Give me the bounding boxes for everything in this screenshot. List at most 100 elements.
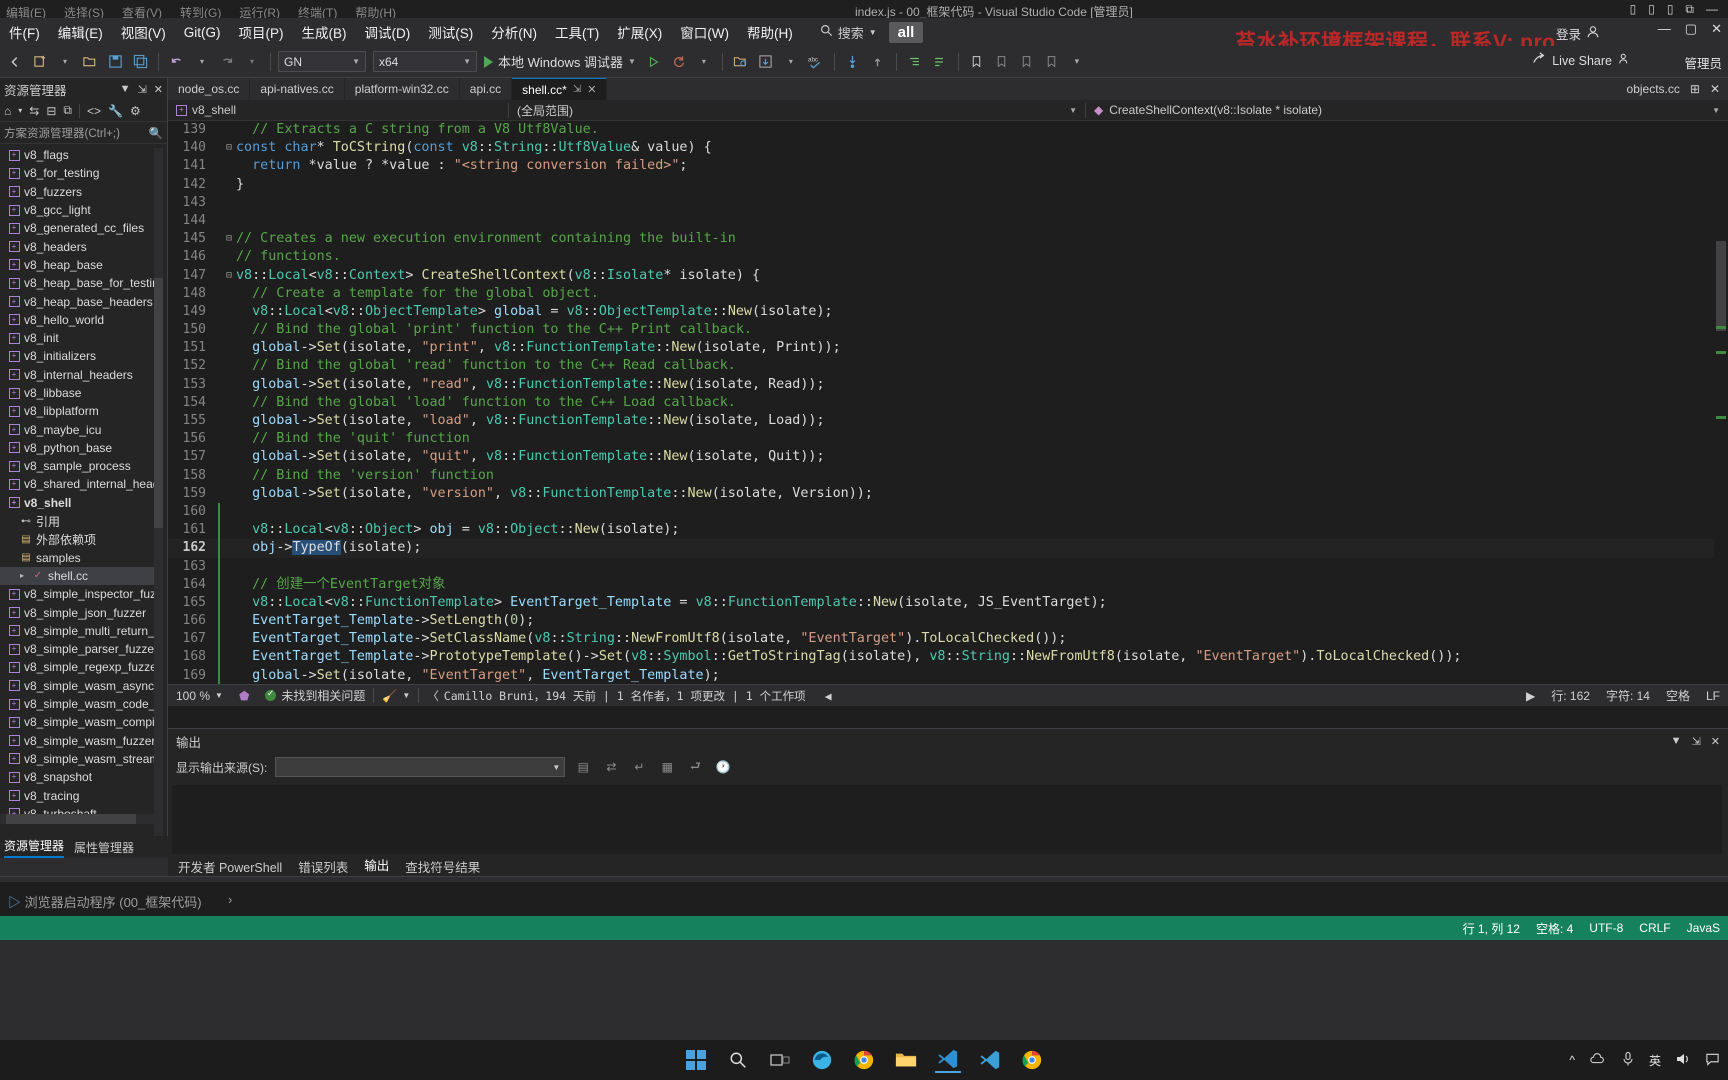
- menu-help[interactable]: 帮助(H): [738, 18, 802, 46]
- code-line[interactable]: 156 // Bind the 'quit' function: [168, 430, 1728, 448]
- toggle-word-wrap-icon[interactable]: ⮐: [685, 758, 705, 776]
- tray-expand-icon[interactable]: ^: [1569, 1053, 1575, 1067]
- close-icon[interactable]: ✕: [1711, 735, 1720, 748]
- code-line[interactable]: 148 // Create a template for the global …: [168, 285, 1728, 303]
- menu-build[interactable]: 生成(B): [293, 18, 356, 46]
- code-lines[interactable]: 139 // Extracts a C string from a V8 Utf…: [168, 121, 1728, 684]
- new-project-icon[interactable]: [29, 51, 51, 73]
- code-line[interactable]: 152 // Bind the global 'read' function t…: [168, 357, 1728, 375]
- tree-item[interactable]: + v8_generated_cc_files: [0, 219, 160, 237]
- solution-explorer-search[interactable]: 方案资源管理器(Ctrl+;) 🔍: [0, 122, 167, 144]
- tree-item[interactable]: + v8_simple_wasm_streaming_fuzzer: [0, 750, 160, 768]
- search-icon[interactable]: [725, 1047, 751, 1073]
- home-icon[interactable]: ⌂: [4, 104, 11, 118]
- chevron-down-icon[interactable]: ▾: [54, 51, 76, 73]
- split-view-icon[interactable]: ⊞: [1690, 82, 1700, 96]
- code-line[interactable]: 162 obj->TypeOf(isolate);: [168, 539, 1728, 558]
- step-into-icon[interactable]: [842, 51, 864, 73]
- blame-arrow-icon[interactable]: 〈: [427, 688, 439, 704]
- tab-property-manager[interactable]: 属性管理器: [74, 839, 134, 856]
- close-icon[interactable]: ✕: [154, 83, 163, 96]
- microphone-icon[interactable]: [1621, 1051, 1635, 1070]
- code-line[interactable]: 169 global->Set(isolate, "EventTarget", …: [168, 666, 1728, 684]
- code-line[interactable]: 164 // 创建一个EventTarget对象: [168, 575, 1728, 594]
- tree-item[interactable]: + v8_flags: [0, 146, 160, 164]
- redo-icon[interactable]: [216, 51, 238, 73]
- live-share-users-icon[interactable]: [1618, 52, 1632, 69]
- code-line[interactable]: 153 global->Set(isolate, "read", v8::Fun…: [168, 376, 1728, 394]
- pin-icon[interactable]: ⇲: [1692, 735, 1701, 748]
- vscode-language-mode[interactable]: JavaS: [1679, 921, 1728, 935]
- pin-icon[interactable]: ⇲: [573, 84, 581, 95]
- layout-icon[interactable]: ▯: [1648, 2, 1655, 17]
- chevron-down-icon[interactable]: ▼: [463, 57, 471, 66]
- vscode-window-controls[interactable]: ▯ ▯ ▯ ⧉ —: [1630, 2, 1718, 17]
- chevron-down-icon[interactable]: ▾: [693, 51, 715, 73]
- back-icon[interactable]: [4, 51, 26, 73]
- code-line[interactable]: 155 global->Set(isolate, "load", v8::Fun…: [168, 412, 1728, 430]
- tree-item[interactable]: ▤ samples: [0, 549, 160, 567]
- code-editor[interactable]: 139 // Extracts a C string from a V8 Utf…: [168, 121, 1728, 684]
- edge-icon[interactable]: [809, 1047, 835, 1073]
- code-line[interactable]: 150 // Bind the global 'print' function …: [168, 321, 1728, 339]
- editor-tab-strip[interactable]: node_os.cc api-natives.cc platform-win32…: [168, 78, 1728, 100]
- editor-tab-objects-cc[interactable]: objects.cc: [1627, 82, 1680, 96]
- chevron-down-icon[interactable]: ▼: [869, 28, 877, 37]
- platform-combo[interactable]: x64 ▼: [373, 51, 477, 72]
- menu-debug[interactable]: 调试(D): [356, 18, 420, 46]
- git-blame-info[interactable]: 〈 Camillo Bruni，194 天前 | 1 名作者，1 项更改 | 1…: [419, 688, 839, 704]
- editor-tab-api-natives[interactable]: api-natives.cc: [250, 78, 345, 100]
- code-line[interactable]: 146 // functions.: [168, 248, 1728, 266]
- menu-project[interactable]: 项目(P): [230, 18, 293, 46]
- search-button[interactable]: 搜索 ▼: [820, 23, 877, 42]
- output-panel-tabs[interactable]: 开发者 PowerShell 错误列表 输出 查找符号结果: [168, 854, 1728, 878]
- save-icon[interactable]: [104, 51, 126, 73]
- menu-view[interactable]: 视图(V): [112, 18, 175, 46]
- code-line[interactable]: 144: [168, 212, 1728, 230]
- tree-item[interactable]: + v8_simple_parser_fuzzer: [0, 640, 160, 658]
- vscode-chevron-right-icon[interactable]: ›: [228, 892, 232, 907]
- code-line[interactable]: 139 // Extracts a C string from a V8 Utf…: [168, 121, 1728, 139]
- tab-solution-explorer[interactable]: 资源管理器: [4, 837, 65, 858]
- code-line[interactable]: 160: [168, 502, 1728, 522]
- undo-icon[interactable]: [166, 51, 188, 73]
- tree-item[interactable]: + v8_gcc_light: [0, 201, 160, 219]
- file-explorer-icon[interactable]: [893, 1047, 919, 1073]
- tree-horizontal-scrollbar[interactable]: [0, 814, 160, 824]
- menu-extensions[interactable]: 扩展(X): [608, 18, 671, 46]
- search-scope-pill[interactable]: all: [888, 21, 924, 43]
- vscode-cursor-position[interactable]: 行 1, 列 12: [1455, 920, 1528, 937]
- ime-language-indicator[interactable]: 英: [1649, 1052, 1661, 1069]
- code-line[interactable]: 140 ⊟ const char* ToCString(const v8::Stri…: [168, 139, 1728, 157]
- open-file-icon[interactable]: [79, 51, 101, 73]
- pin-icon[interactable]: ⇲: [138, 83, 147, 96]
- editor-tab-strip-right[interactable]: objects.cc ⊞ ✕: [1618, 78, 1728, 100]
- bookmark-icon[interactable]: [966, 51, 988, 73]
- layout-icon[interactable]: ▯: [1667, 2, 1674, 17]
- account-icon[interactable]: [1586, 25, 1600, 42]
- vscode-terminal-label[interactable]: ▷ 浏览器启动程序 (00_框架代码): [8, 892, 202, 911]
- windows-start-icon[interactable]: [683, 1047, 709, 1073]
- tree-item[interactable]: + v8_simple_wasm_async_fuzzer: [0, 677, 160, 695]
- chevron-down-icon[interactable]: ▾: [780, 51, 802, 73]
- properties-icon[interactable]: 🔧: [108, 104, 123, 118]
- tree-item[interactable]: + v8_maybe_icu: [0, 420, 160, 438]
- copy-icon[interactable]: ⧉: [63, 103, 72, 118]
- tree-item[interactable]: + v8_simple_json_fuzzer: [0, 603, 160, 621]
- vscode-eol[interactable]: CRLF: [1631, 921, 1678, 935]
- code-line[interactable]: 142}: [168, 176, 1728, 194]
- list-icon[interactable]: ▤: [573, 758, 593, 776]
- chevron-down-icon[interactable]: ▾: [241, 51, 263, 73]
- tree-item[interactable]: + v8_heap_base_headers: [0, 292, 160, 310]
- start-debugging-button[interactable]: 本地 Windows 调试器 ▼: [480, 52, 640, 71]
- chevron-down-icon[interactable]: ▼: [1671, 735, 1682, 748]
- maximize-icon[interactable]: ▢: [1685, 21, 1697, 37]
- next-bookmark-icon[interactable]: [991, 51, 1013, 73]
- tree-item[interactable]: + v8_libbase: [0, 384, 160, 402]
- chevron-down-icon[interactable]: ▼: [352, 57, 360, 66]
- tree-item[interactable]: + v8_for_testing: [0, 164, 160, 182]
- scrollbar-thumb[interactable]: [6, 814, 136, 824]
- configuration-combo[interactable]: GN ▼: [278, 51, 366, 72]
- vscode-insiders-icon[interactable]: [977, 1047, 1003, 1073]
- blame-next-icon[interactable]: ◀: [825, 689, 832, 703]
